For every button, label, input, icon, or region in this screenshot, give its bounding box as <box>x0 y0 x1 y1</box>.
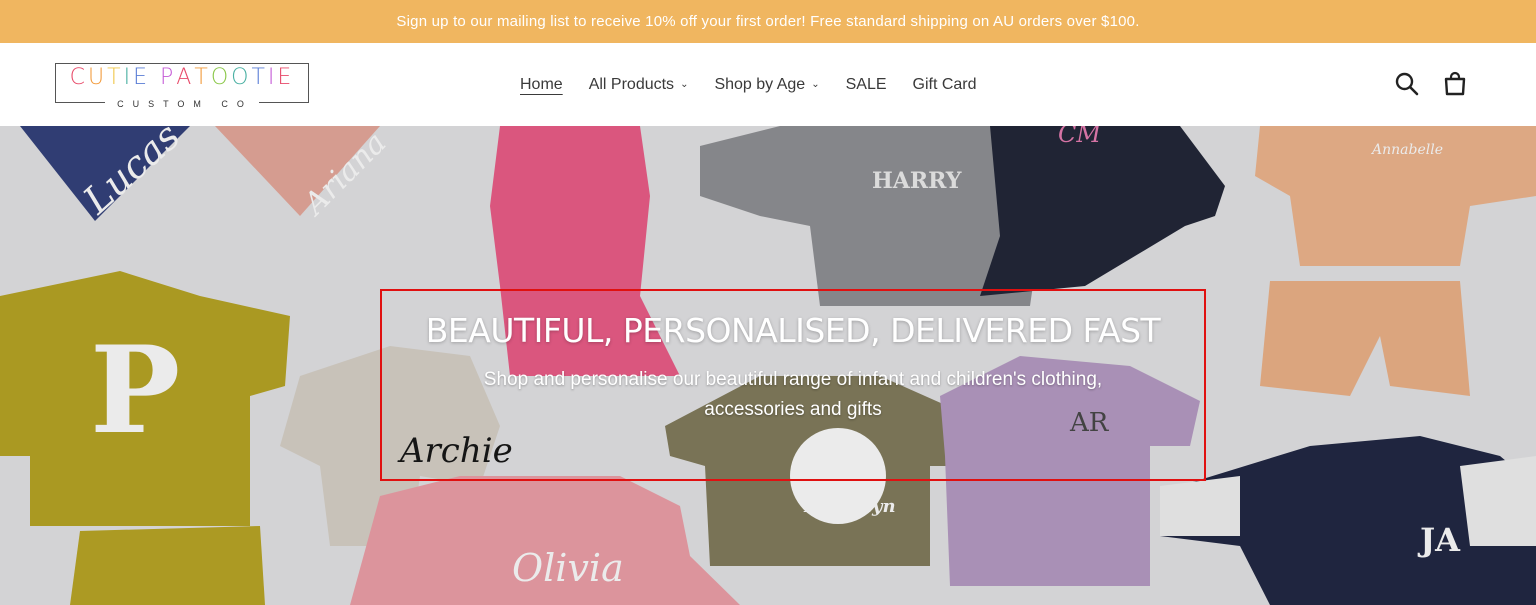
logo-letter: C <box>69 65 89 90</box>
nav-gift-card-label: Gift Card <box>912 75 977 93</box>
nav-shop-by-age[interactable]: Shop by Age ⌄ <box>714 76 819 94</box>
site-header: CUTIE PATOOTIE CUSTOM CO Home All Produc… <box>0 43 1536 126</box>
logo-letter: I <box>123 65 134 90</box>
hero-banner[interactable]: Lucas Ariana HARRY CM Annabelle P Archie… <box>0 126 1536 605</box>
logo-subtitle: CUSTOM CO <box>56 99 308 109</box>
logo-letter: E <box>133 65 151 90</box>
nav-shop-by-age-label: Shop by Age <box>714 75 806 93</box>
logo-letter: T <box>107 65 124 90</box>
nav-sale-label: SALE <box>845 75 887 93</box>
nav-home-label: Home <box>520 75 563 93</box>
main-nav: Home All Products ⌄ Shop by Age ⌄ SALE Gif… <box>520 43 1003 126</box>
logo[interactable]: CUTIE PATOOTIE CUSTOM CO <box>55 63 309 109</box>
logo-letter: O <box>210 65 232 90</box>
logo-letter: E <box>277 65 295 90</box>
nav-sale[interactable]: SALE <box>846 76 887 94</box>
hero-text-box: BEAUTIFUL, PERSONALISED, DELIVERED FAST … <box>380 289 1206 481</box>
nav-home[interactable]: Home <box>520 76 563 94</box>
logo-letter: A <box>176 65 195 90</box>
logo-letter <box>150 66 160 90</box>
logo-letter: T <box>194 65 211 90</box>
nav-all-products-label: All Products <box>588 75 675 93</box>
nav-gift-card[interactable]: Gift Card <box>913 76 977 94</box>
logo-letter: P <box>160 65 177 90</box>
hero-title: BEAUTIFUL, PERSONALISED, DELIVERED FAST <box>425 311 1161 350</box>
search-icon[interactable] <box>1394 71 1420 97</box>
chevron-down-icon: ⌄ <box>811 79 820 90</box>
logo-wordmark: CUTIE PATOOTIE <box>56 66 308 90</box>
logo-letter: U <box>88 65 108 90</box>
logo-letter: I <box>267 65 278 90</box>
logo-subtitle-text: CUSTOM CO <box>105 99 259 109</box>
hero-subtitle: Shop and personalise our beautiful range… <box>483 369 1103 420</box>
chevron-down-icon: ⌄ <box>680 79 689 90</box>
nav-all-products[interactable]: All Products ⌄ <box>589 76 689 94</box>
logo-letter: O <box>231 65 252 90</box>
logo-letter: T <box>251 65 268 90</box>
announcement-text: Sign up to our mailing list to receive 1… <box>396 13 1140 30</box>
cart-icon[interactable] <box>1442 71 1468 97</box>
announcement-bar: Sign up to our mailing list to receive 1… <box>0 0 1536 43</box>
